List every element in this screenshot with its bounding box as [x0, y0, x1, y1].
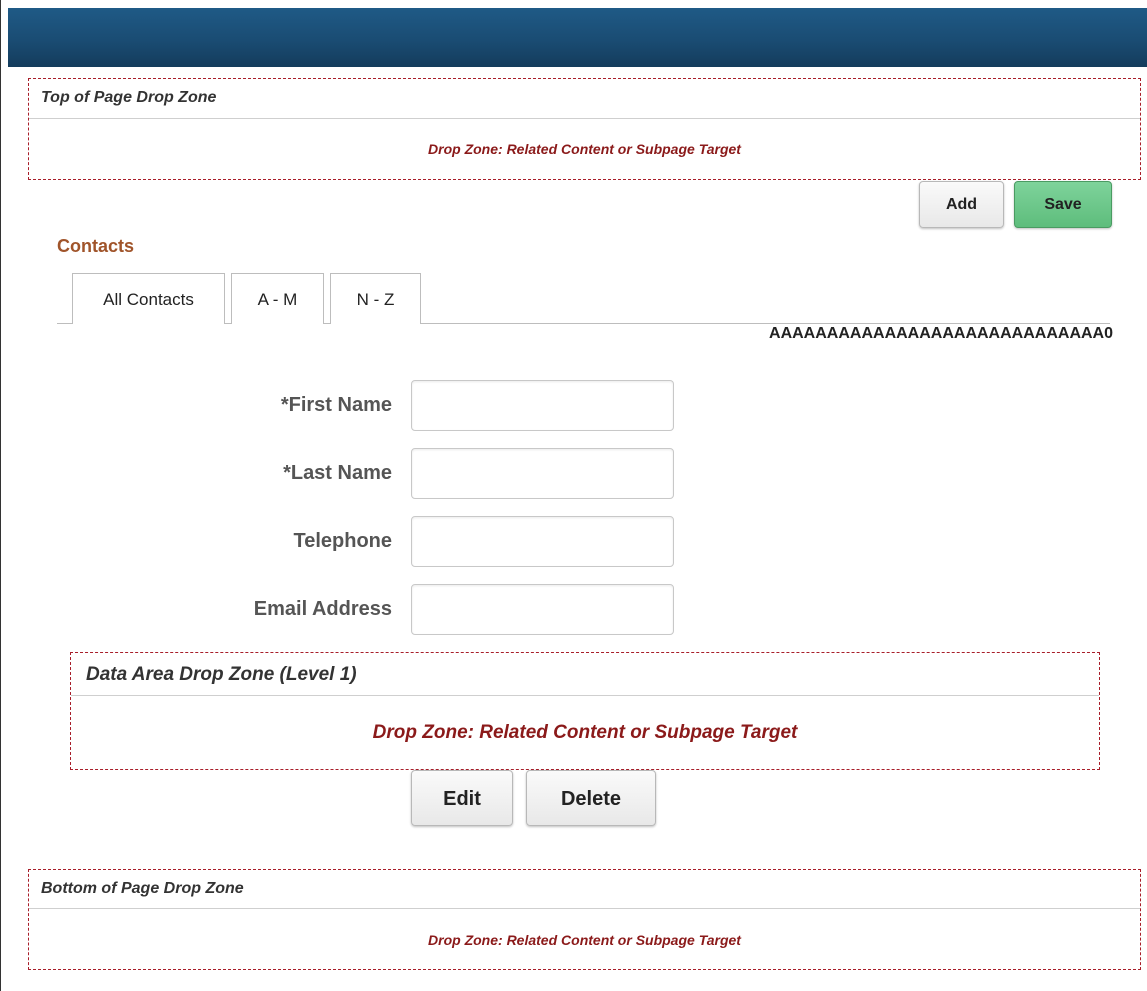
bottom-drop-zone-target[interactable]: Drop Zone: Related Content or Subpage Ta… [29, 909, 1140, 971]
data-area-drop-zone-target[interactable]: Drop Zone: Related Content or Subpage Ta… [71, 696, 1099, 770]
top-drop-zone-title: Top of Page Drop Zone [29, 79, 1140, 119]
last-name-label: *Last Name [283, 462, 392, 484]
add-button[interactable]: Add [919, 181, 1004, 228]
tab-a-m[interactable]: A - M [231, 273, 324, 324]
contacts-tab-bar: All Contacts A - M N - Z [57, 273, 1110, 324]
top-drop-zone-target[interactable]: Drop Zone: Related Content or Subpage Ta… [29, 119, 1140, 179]
telephone-label: Telephone [293, 530, 392, 552]
email-label: Email Address [253, 598, 392, 620]
telephone-row: Telephone [0, 516, 700, 568]
data-area-drop-zone-title: Data Area Drop Zone (Level 1) [71, 653, 1099, 696]
header-bar [8, 8, 1147, 67]
first-name-input[interactable] [411, 380, 674, 431]
edit-button[interactable]: Edit [411, 770, 513, 826]
last-name-input[interactable] [411, 448, 674, 499]
tab-n-z[interactable]: N - Z [330, 273, 421, 324]
contacts-section-title: Contacts [57, 236, 135, 256]
top-drop-zone: Top of Page Drop Zone Drop Zone: Related… [28, 78, 1141, 180]
telephone-input[interactable] [411, 516, 674, 567]
first-name-label: *First Name [280, 394, 392, 416]
email-input[interactable] [411, 584, 674, 635]
last-name-row: *Last Name [0, 448, 700, 500]
email-row: Email Address [0, 584, 700, 636]
tab-all-contacts[interactable]: All Contacts [72, 273, 225, 324]
bottom-drop-zone-title: Bottom of Page Drop Zone [29, 870, 1140, 909]
delete-button[interactable]: Delete [526, 770, 656, 826]
row-counter: AAAAAAAAAAAAAAAAAAAAAAAAAAAAA0 [769, 325, 1113, 342]
data-area-drop-zone: Data Area Drop Zone (Level 1) Drop Zone:… [70, 652, 1100, 770]
save-button[interactable]: Save [1014, 181, 1112, 228]
bottom-drop-zone: Bottom of Page Drop Zone Drop Zone: Rela… [28, 869, 1141, 970]
first-name-row: *First Name [0, 380, 700, 432]
